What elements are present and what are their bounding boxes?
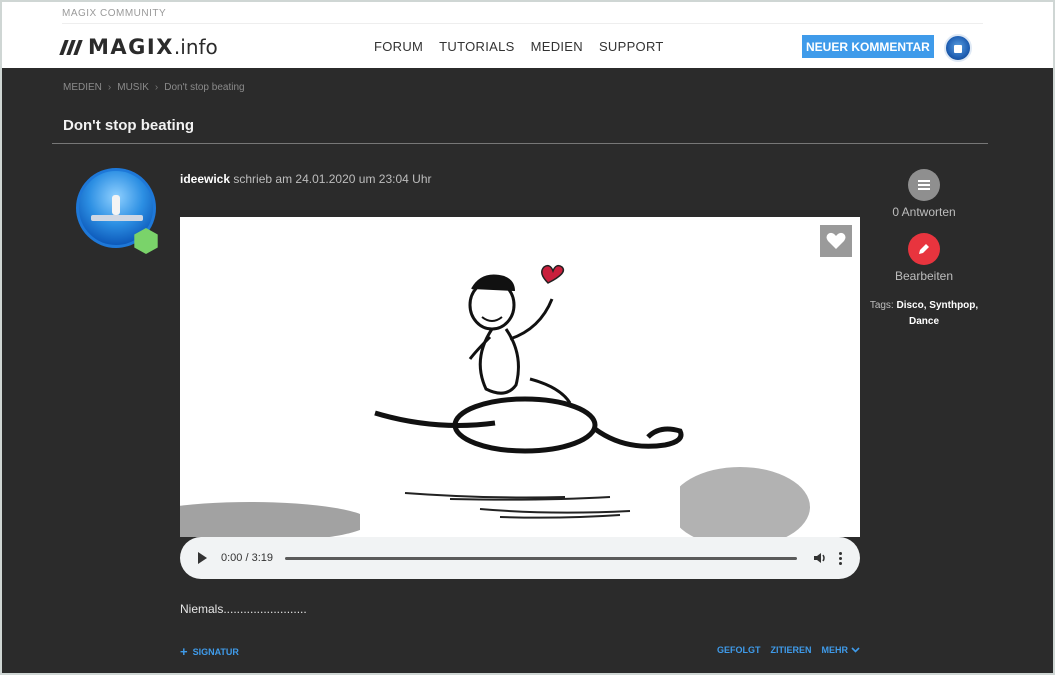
breadcrumb-current: Don't stop beating xyxy=(164,82,245,93)
signature-toggle[interactable]: + SIGNATUR xyxy=(180,644,239,659)
more-menu[interactable]: MEHR xyxy=(822,645,861,655)
tags-list[interactable]: Disco, Synthpop, Dance xyxy=(897,300,979,327)
cover-illustration xyxy=(180,264,810,537)
breadcrumb-musik[interactable]: MUSIK xyxy=(117,82,149,93)
chevron-down-icon xyxy=(851,647,860,653)
community-label[interactable]: MAGIX COMMUNITY xyxy=(62,8,166,19)
title-divider xyxy=(52,143,988,144)
signature-label: SIGNATUR xyxy=(192,646,239,657)
main-nav: FORUM TUTORIALS MEDIEN SUPPORT xyxy=(374,39,664,54)
post-date: schrieb am 24.01.2020 um 23:04 Uhr xyxy=(233,172,432,186)
audio-player[interactable]: 0:00 / 3:19 xyxy=(180,537,860,579)
breadcrumb-medien[interactable]: MEDIEN xyxy=(63,82,102,93)
post-body: Niemals......................... xyxy=(180,602,307,616)
comments-icon xyxy=(908,169,940,201)
author-name[interactable]: ideewick xyxy=(180,172,230,186)
audio-progress-track[interactable] xyxy=(285,556,797,560)
page-frame: MAGIX COMMUNITY MAGIX .info FORUM TUTORI… xyxy=(0,0,1055,675)
heart-icon xyxy=(826,232,846,249)
audio-time: 0:00 / 3:19 xyxy=(221,552,273,564)
edit-label: Bearbeiten xyxy=(894,269,954,283)
post-meta: ideewick schrieb am 24.01.2020 um 23:04 … xyxy=(180,172,432,186)
new-comment-button[interactable]: NEUER KOMMENTAR xyxy=(802,35,934,58)
tags-label: Tags: xyxy=(869,300,894,311)
nav-tutorials[interactable]: TUTORIALS xyxy=(439,39,514,54)
site-logo[interactable]: MAGIX .info xyxy=(59,34,218,60)
shadow-blob xyxy=(670,467,810,537)
logo-suffix: .info xyxy=(173,35,218,59)
user-avatar[interactable] xyxy=(944,34,972,62)
inner-image xyxy=(360,447,680,537)
top-header: MAGIX COMMUNITY MAGIX .info FORUM TUTORI… xyxy=(2,2,1053,68)
replies-count: 0 Antworten xyxy=(892,205,956,219)
volume-icon[interactable] xyxy=(813,551,827,565)
breadcrumb-separator: › xyxy=(154,82,159,93)
play-icon[interactable] xyxy=(198,552,207,564)
replies-widget[interactable]: 0 Antworten xyxy=(872,169,976,219)
logo-text: MAGIX xyxy=(88,35,174,59)
tags-block: Tags: Disco, Synthpop, Dance xyxy=(866,298,982,330)
cover-image xyxy=(180,217,860,537)
heart-drawing xyxy=(541,264,565,284)
pencil-icon xyxy=(908,233,940,265)
plus-icon: + xyxy=(180,644,188,659)
breadcrumb-separator: › xyxy=(107,82,112,93)
like-button[interactable] xyxy=(820,225,852,257)
shadow-blob xyxy=(180,502,370,537)
header-divider xyxy=(62,23,983,24)
quote-link[interactable]: ZITIEREN xyxy=(771,645,812,655)
breadcrumb: MEDIEN › MUSIK › Don't stop beating xyxy=(63,82,245,93)
nav-medien[interactable]: MEDIEN xyxy=(531,39,583,54)
more-options-icon[interactable] xyxy=(839,551,842,565)
nav-forum[interactable]: FORUM xyxy=(374,39,423,54)
nav-support[interactable]: SUPPORT xyxy=(599,39,664,54)
followed-link[interactable]: GEFOLGT xyxy=(717,645,761,655)
page-title: Don't stop beating xyxy=(63,117,195,134)
post-actions: GEFOLGT ZITIEREN MEHR xyxy=(717,645,860,655)
more-label: MEHR xyxy=(821,645,849,655)
logo-mark-icon xyxy=(59,39,83,55)
edit-widget[interactable]: Bearbeiten xyxy=(872,233,976,283)
